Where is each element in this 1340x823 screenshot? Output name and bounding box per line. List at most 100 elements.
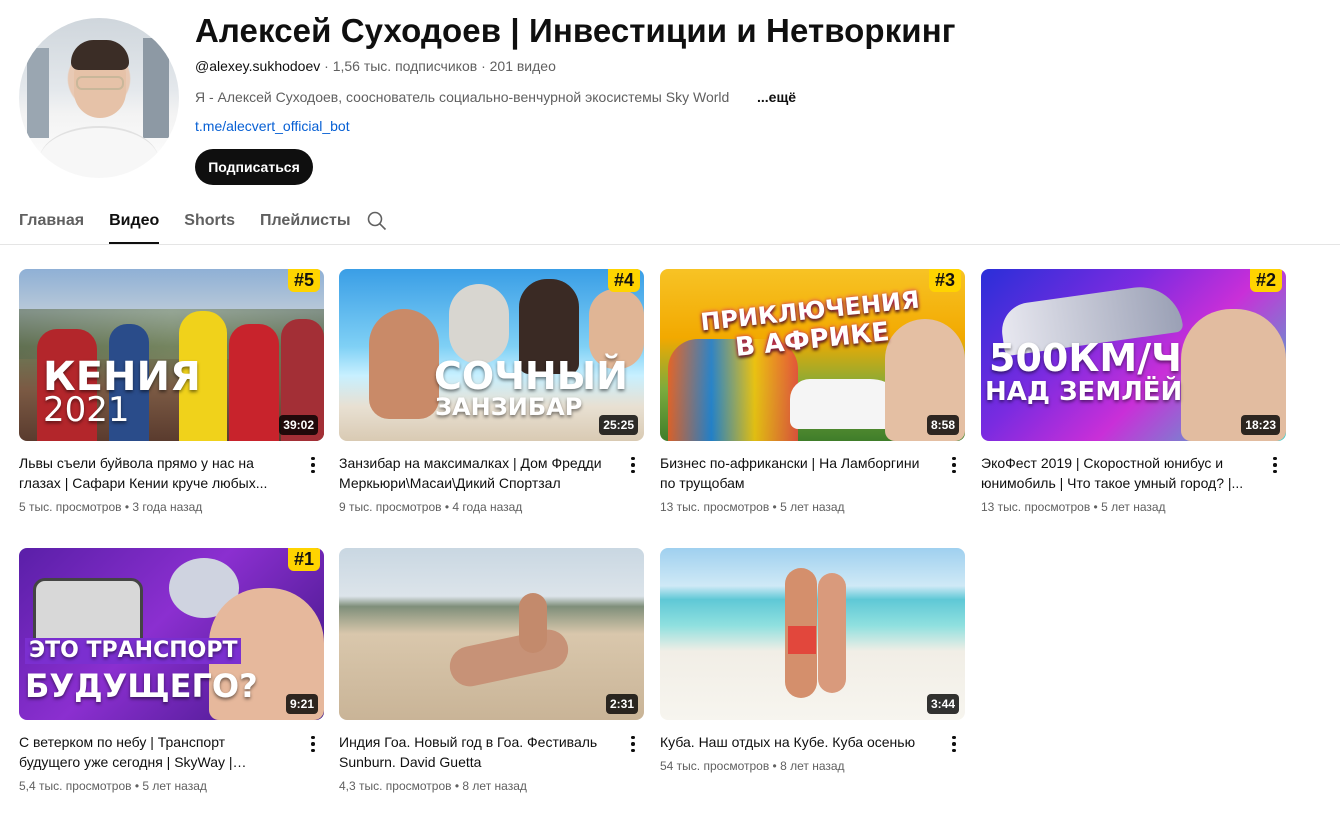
video-title[interactable]: Львы съели буйвола прямо у нас на глазах… bbox=[19, 453, 289, 493]
thumbnail-text: 2021 bbox=[43, 390, 130, 430]
meta-separator: • bbox=[124, 500, 130, 514]
video-meta: 13 тыс. просмотров • 5 лет назад bbox=[981, 500, 1166, 514]
red-shorts bbox=[788, 626, 816, 654]
thumbnail-text: БУДУЩЕГО? bbox=[25, 667, 258, 705]
meta-separator: • bbox=[454, 779, 460, 793]
video-duration: 3:44 bbox=[926, 694, 959, 714]
video-age: 5 лет назад bbox=[1101, 500, 1166, 514]
video-title[interactable]: Бизнес по-африкански | На Ламборгини по … bbox=[660, 453, 930, 493]
thumbnail-text: СОЧНЫЙ bbox=[434, 354, 628, 398]
video-age: 4 года назад bbox=[452, 500, 523, 514]
channel-external-link[interactable]: t.me/alecvert_official_bot bbox=[195, 118, 350, 134]
more-actions-icon[interactable] bbox=[625, 734, 641, 754]
video-meta: 5 тыс. просмотров • 3 года назад bbox=[19, 500, 202, 514]
video-meta: 54 тыс. просмотров • 8 лет назад bbox=[660, 759, 845, 773]
meta-separator: • bbox=[134, 779, 140, 793]
video-title[interactable]: Куба. Наш отдых на Кубе. Куба осенью bbox=[660, 732, 930, 752]
video-age: 8 лет назад bbox=[780, 759, 845, 773]
person-figure bbox=[519, 593, 547, 653]
channel-handle: @alexey.sukhodoev bbox=[195, 58, 321, 74]
video-meta: 13 тыс. просмотров • 5 лет назад bbox=[660, 500, 845, 514]
video-title[interactable]: Занзибар на максималках | Дом Фредди Мер… bbox=[339, 453, 609, 493]
video-thumbnail[interactable]: 2:31 bbox=[339, 548, 644, 720]
more-actions-icon[interactable] bbox=[946, 455, 962, 475]
channel-description[interactable]: Я - Алексей Суходоев, сооснователь социа… bbox=[195, 89, 729, 105]
avatar-bg-building bbox=[143, 38, 169, 138]
video-card[interactable]: ЭТО ТРАНСПОРТ БУДУЩЕГО? #1 9:21 С ветерк… bbox=[19, 548, 324, 793]
description-more-link[interactable]: ...ещё bbox=[757, 89, 796, 105]
tabs-divider bbox=[0, 244, 1340, 245]
meta-separator: • bbox=[772, 759, 777, 773]
video-age: 3 года назад bbox=[132, 500, 203, 514]
person-figure bbox=[449, 284, 509, 364]
tab-playlists[interactable]: Плейлисты bbox=[260, 200, 351, 244]
masai-figure bbox=[229, 324, 279, 441]
tab-home[interactable]: Главная bbox=[19, 200, 84, 244]
video-duration: 8:58 bbox=[926, 415, 959, 435]
video-card[interactable]: ПРИКЛЮЧЕНИЯ В АФРИКЕ #3 8:58 Бизнес по-а… bbox=[660, 269, 965, 514]
avatar-glasses bbox=[76, 76, 124, 90]
video-views: 13 тыс. просмотров bbox=[660, 500, 770, 514]
thumbnail-text: ЭТО ТРАНСПОРТ bbox=[25, 638, 242, 664]
person-figure bbox=[446, 625, 572, 691]
tab-videos[interactable]: Видео bbox=[109, 200, 160, 244]
thumbnail-text: ЗАНЗИБАР bbox=[435, 393, 583, 421]
video-age: 5 лет назад bbox=[780, 500, 845, 514]
video-views: 5 тыс. просмотров bbox=[19, 500, 122, 514]
video-views: 13 тыс. просмотров bbox=[981, 500, 1091, 514]
channel-tabs: Главная Видео Shorts Плейлисты bbox=[19, 200, 376, 244]
video-thumbnail[interactable]: 3:44 bbox=[660, 548, 965, 720]
meta-separator: • bbox=[772, 500, 777, 514]
video-title[interactable]: Индия Гоа. Новый год в Гоа. Фестиваль Su… bbox=[339, 732, 609, 772]
video-thumbnail[interactable]: ЭТО ТРАНСПОРТ БУДУЩЕГО? #1 9:21 bbox=[19, 548, 324, 720]
video-meta: 5,4 тыс. просмотров • 5 лет назад bbox=[19, 779, 207, 793]
video-card[interactable]: СОЧНЫЙ ЗАНЗИБАР #4 25:25 Занзибар на мак… bbox=[339, 269, 644, 514]
video-views: 54 тыс. просмотров bbox=[660, 759, 770, 773]
more-actions-icon[interactable] bbox=[625, 455, 641, 475]
channel-search-icon[interactable] bbox=[367, 211, 387, 231]
avatar-shirt bbox=[39, 126, 159, 178]
thumbnail-text: 500КМ/Ч bbox=[989, 336, 1182, 380]
video-duration: 25:25 bbox=[599, 415, 638, 435]
video-thumbnail[interactable]: КЕНИЯ 2021 #5 39:02 bbox=[19, 269, 324, 441]
video-thumbnail[interactable]: ПРИКЛЮЧЕНИЯ В АФРИКЕ #3 8:58 bbox=[660, 269, 965, 441]
video-card[interactable]: 500КМ/Ч НАД ЗЕМЛЁЙ #2 18:23 ЭкоФест 2019… bbox=[981, 269, 1286, 514]
person-figure bbox=[818, 573, 846, 693]
more-actions-icon[interactable] bbox=[946, 734, 962, 754]
video-views: 4,3 тыс. просмотров bbox=[339, 779, 452, 793]
meta-separator: • bbox=[444, 500, 450, 514]
thumbnail-text: НАД ЗЕМЛЁЙ bbox=[985, 377, 1183, 407]
rank-badge: #4 bbox=[607, 269, 640, 292]
avatar-hair bbox=[71, 40, 129, 70]
video-duration: 39:02 bbox=[279, 415, 318, 435]
video-duration: 18:23 bbox=[1241, 415, 1280, 435]
subscribe-button[interactable]: Подписаться bbox=[195, 149, 313, 185]
video-card[interactable]: 2:31 Индия Гоа. Новый год в Гоа. Фестива… bbox=[339, 548, 644, 793]
video-views: 5,4 тыс. просмотров bbox=[19, 779, 132, 793]
channel-stats: · 1,56 тыс. подписчиков · 201 видео bbox=[320, 58, 556, 74]
more-actions-icon[interactable] bbox=[305, 734, 321, 754]
meta-separator: • bbox=[1093, 500, 1098, 514]
rank-badge: #2 bbox=[1249, 269, 1282, 292]
channel-title: Алексей Суходоев | Инвестиции и Нетворки… bbox=[195, 12, 956, 49]
video-thumbnail[interactable]: СОЧНЫЙ ЗАНЗИБАР #4 25:25 bbox=[339, 269, 644, 441]
video-meta: 4,3 тыс. просмотров • 8 лет назад bbox=[339, 779, 527, 793]
video-thumbnail[interactable]: 500КМ/Ч НАД ЗЕМЛЁЙ #2 18:23 bbox=[981, 269, 1286, 441]
more-actions-icon[interactable] bbox=[305, 455, 321, 475]
rank-badge: #5 bbox=[287, 269, 320, 292]
person-figure bbox=[369, 309, 439, 419]
more-actions-icon[interactable] bbox=[1267, 455, 1283, 475]
rank-badge: #1 bbox=[287, 548, 320, 571]
channel-meta: @alexey.sukhodoev · 1,56 тыс. подписчико… bbox=[195, 58, 556, 74]
video-age: 8 лет назад bbox=[462, 779, 527, 793]
video-meta: 9 тыс. просмотров • 4 года назад bbox=[339, 500, 522, 514]
avatar-bg-building bbox=[27, 48, 49, 138]
video-title[interactable]: С ветерком по небу | Транспорт будущего … bbox=[19, 732, 289, 772]
video-card[interactable]: 3:44 Куба. Наш отдых на Кубе. Куба осень… bbox=[660, 548, 965, 773]
video-duration: 9:21 bbox=[285, 694, 318, 714]
tab-shorts[interactable]: Shorts bbox=[184, 200, 235, 244]
video-age: 5 лет назад bbox=[142, 779, 207, 793]
video-card[interactable]: КЕНИЯ 2021 #5 39:02 Львы съели буйвола п… bbox=[19, 269, 324, 514]
video-title[interactable]: ЭкоФест 2019 | Скоростной юнибус и юнимо… bbox=[981, 453, 1251, 493]
channel-avatar[interactable] bbox=[19, 18, 179, 178]
